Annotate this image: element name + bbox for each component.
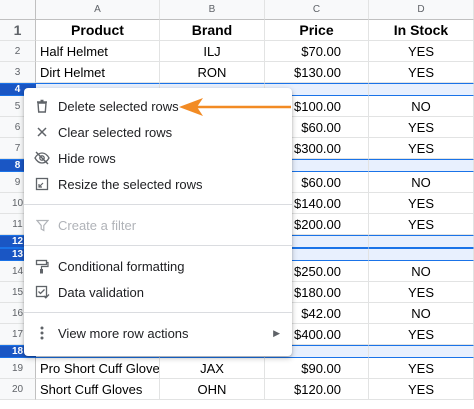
row-header[interactable]: 19 bbox=[0, 358, 36, 379]
cell-brand[interactable]: JAX bbox=[160, 358, 265, 379]
cell-in-stock[interactable]: In Stock bbox=[369, 20, 474, 41]
cell-product[interactable]: Pro Short Cuff Gloves bbox=[36, 358, 160, 379]
menu-divider bbox=[24, 245, 292, 246]
more-vert-icon bbox=[34, 325, 50, 341]
menu-item-label: Data validation bbox=[58, 284, 144, 300]
menu-item-hide-rows[interactable]: Hide rows bbox=[24, 145, 292, 171]
cell-price[interactable]: $90.00 bbox=[265, 358, 369, 379]
cell-brand[interactable]: RON bbox=[160, 62, 265, 83]
cell-in-stock[interactable]: NO bbox=[369, 96, 474, 117]
filter-icon bbox=[34, 217, 50, 233]
trash-icon bbox=[34, 98, 50, 114]
row-context-menu: Delete selected rows Clear selected rows… bbox=[24, 88, 292, 356]
row-header[interactable]: 2 bbox=[0, 41, 36, 62]
cell-in-stock[interactable]: YES bbox=[369, 117, 474, 138]
column-header-a[interactable]: A bbox=[36, 0, 160, 20]
column-header-d[interactable]: D bbox=[369, 0, 474, 20]
cell-in-stock[interactable]: YES bbox=[369, 358, 474, 379]
row-header[interactable]: 3 bbox=[0, 62, 36, 83]
cell-price[interactable]: $130.00 bbox=[265, 62, 369, 83]
resize-icon bbox=[34, 176, 50, 192]
column-header-b[interactable]: B bbox=[160, 0, 265, 20]
menu-item-conditional-formatting[interactable]: Conditional formatting bbox=[24, 253, 292, 279]
cell-in-stock[interactable]: NO bbox=[369, 303, 474, 324]
menu-item-view-more-row-actions[interactable]: View more row actions ▶ bbox=[24, 320, 292, 346]
table-row: 19 Pro Short Cuff Gloves JAX $90.00 YES bbox=[0, 358, 474, 379]
table-row: 20 Short Cuff Gloves OHN $120.00 YES bbox=[0, 379, 474, 400]
cell-in-stock[interactable]: YES bbox=[369, 193, 474, 214]
cell-in-stock[interactable] bbox=[369, 235, 474, 248]
table-row: 2 Half Helmet ILJ $70.00 YES bbox=[0, 41, 474, 62]
menu-item-label: Delete selected rows bbox=[58, 98, 179, 114]
close-icon bbox=[34, 124, 50, 140]
cell-in-stock[interactable]: YES bbox=[369, 41, 474, 62]
cell-in-stock[interactable]: NO bbox=[369, 172, 474, 193]
cell-in-stock[interactable]: YES bbox=[369, 282, 474, 303]
table-row: 1 Product Brand Price In Stock bbox=[0, 20, 474, 41]
menu-item-label: Resize the selected rows bbox=[58, 176, 203, 192]
menu-item-label: Create a filter bbox=[58, 217, 137, 233]
column-header-c[interactable]: C bbox=[265, 0, 369, 20]
cell-in-stock[interactable]: YES bbox=[369, 62, 474, 83]
cell-product[interactable]: Product bbox=[36, 20, 160, 41]
menu-item-label: Clear selected rows bbox=[58, 124, 173, 140]
cell-price[interactable]: Price bbox=[265, 20, 369, 41]
eye-off-icon bbox=[34, 150, 50, 166]
select-all-corner[interactable] bbox=[0, 0, 36, 20]
annotation-arrow-icon bbox=[179, 98, 291, 116]
menu-item-clear-selected-rows[interactable]: Clear selected rows bbox=[24, 119, 292, 145]
cell-price[interactable]: $120.00 bbox=[265, 379, 369, 400]
table-row: 3 Dirt Helmet RON $130.00 YES bbox=[0, 62, 474, 83]
checklist-icon bbox=[34, 284, 50, 300]
cell-product[interactable]: Short Cuff Gloves bbox=[36, 379, 160, 400]
cell-in-stock[interactable]: YES bbox=[369, 214, 474, 235]
column-header-row: A B C D bbox=[0, 0, 474, 20]
menu-divider bbox=[24, 204, 292, 205]
cell-price[interactable]: $70.00 bbox=[265, 41, 369, 62]
paint-roller-icon bbox=[34, 258, 50, 274]
menu-item-create-filter: Create a filter bbox=[24, 212, 292, 238]
cell-brand[interactable]: ILJ bbox=[160, 41, 265, 62]
row-header[interactable]: 20 bbox=[0, 379, 36, 400]
menu-item-label: View more row actions bbox=[58, 325, 189, 341]
cell-product[interactable]: Half Helmet bbox=[36, 41, 160, 62]
cell-in-stock[interactable]: NO bbox=[369, 261, 474, 282]
submenu-arrow-icon: ▶ bbox=[273, 327, 280, 338]
cell-brand[interactable]: OHN bbox=[160, 379, 265, 400]
cell-in-stock[interactable] bbox=[369, 345, 474, 358]
menu-item-data-validation[interactable]: Data validation bbox=[24, 279, 292, 305]
cell-brand[interactable]: Brand bbox=[160, 20, 265, 41]
menu-item-label: Conditional formatting bbox=[58, 258, 185, 274]
cell-in-stock[interactable]: YES bbox=[369, 324, 474, 345]
row-header[interactable]: 1 bbox=[0, 20, 36, 41]
cell-in-stock[interactable] bbox=[369, 83, 474, 96]
cell-in-stock[interactable]: YES bbox=[369, 379, 474, 400]
menu-item-resize-rows[interactable]: Resize the selected rows bbox=[24, 171, 292, 197]
cell-in-stock[interactable] bbox=[369, 248, 474, 261]
cell-in-stock[interactable] bbox=[369, 159, 474, 172]
menu-item-label: Hide rows bbox=[58, 150, 116, 166]
cell-product[interactable]: Dirt Helmet bbox=[36, 62, 160, 83]
menu-divider bbox=[24, 312, 292, 313]
cell-in-stock[interactable]: YES bbox=[369, 138, 474, 159]
